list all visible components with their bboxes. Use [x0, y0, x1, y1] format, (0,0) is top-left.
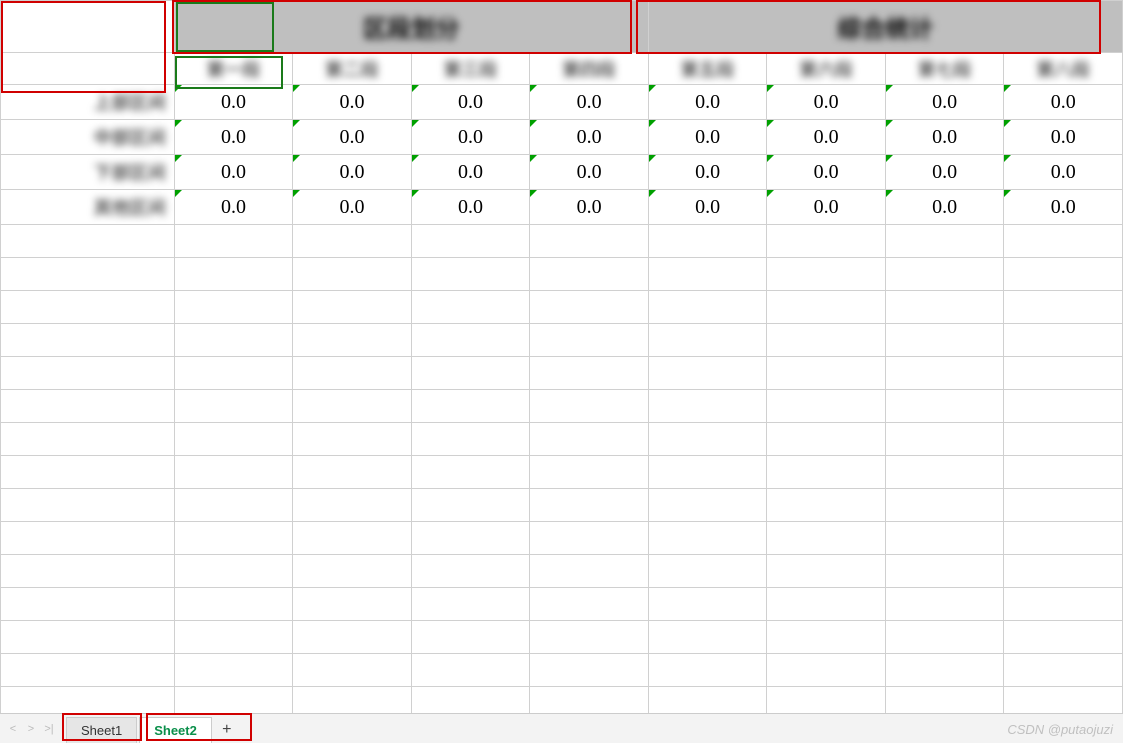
data-cell[interactable]: 0.0: [411, 190, 530, 225]
data-cell[interactable]: 0.0: [885, 190, 1004, 225]
data-cell[interactable]: 0.0: [885, 155, 1004, 190]
merged-header-row: 区段划分 综合统计: [1, 1, 1123, 53]
sheet-tab-bar: < > >| Sheet1 Sheet2 + CSDN @putaojuzi: [0, 713, 1123, 743]
data-cell[interactable]: 0.0: [767, 155, 886, 190]
empty-row: [1, 324, 1123, 357]
data-cell[interactable]: 0.0: [293, 190, 412, 225]
data-cell[interactable]: 0.0: [648, 190, 767, 225]
nav-prev-button[interactable]: >: [22, 718, 40, 740]
nav-last-button[interactable]: >|: [40, 718, 58, 740]
corner-cell[interactable]: [1, 1, 175, 53]
data-cell[interactable]: 0.0: [885, 85, 1004, 120]
table-row: 中部区间 0.0 0.0 0.0 0.0 0.0 0.0 0.0 0.0: [1, 120, 1123, 155]
data-cell[interactable]: 0.0: [1004, 155, 1123, 190]
empty-row: [1, 258, 1123, 291]
data-cell[interactable]: 0.0: [1004, 85, 1123, 120]
data-cell[interactable]: 0.0: [1004, 190, 1123, 225]
row-label[interactable]: 其他区间: [1, 190, 175, 225]
col-header[interactable]: 第四段: [530, 53, 649, 85]
spreadsheet-grid[interactable]: 区段划分 综合统计 第一段 第二段 第三段 第四段 第五段 第六段 第七段 第八…: [0, 0, 1123, 713]
merged-header-2-text: 综合统计: [837, 17, 933, 43]
data-cell[interactable]: 0.0: [174, 190, 293, 225]
col-header[interactable]: 第六段: [767, 53, 886, 85]
data-cell[interactable]: 0.0: [530, 85, 649, 120]
merged-header-1-text: 区段划分: [363, 17, 459, 43]
data-cell[interactable]: 0.0: [174, 85, 293, 120]
empty-row: [1, 291, 1123, 324]
data-cell[interactable]: 0.0: [648, 120, 767, 155]
row-label[interactable]: 中部区间: [1, 120, 175, 155]
col-header[interactable]: 第七段: [885, 53, 1004, 85]
data-cell[interactable]: 0.0: [293, 85, 412, 120]
data-cell[interactable]: 0.0: [530, 190, 649, 225]
data-cell[interactable]: 0.0: [530, 120, 649, 155]
data-cell[interactable]: 0.0: [530, 155, 649, 190]
data-cell[interactable]: 0.0: [411, 85, 530, 120]
data-cell[interactable]: 0.0: [174, 155, 293, 190]
nav-first-button[interactable]: <: [4, 718, 22, 740]
empty-row: [1, 555, 1123, 588]
empty-row: [1, 621, 1123, 654]
col-header[interactable]: 第二段: [293, 53, 412, 85]
data-cell[interactable]: 0.0: [648, 155, 767, 190]
row-label-header[interactable]: [1, 53, 175, 85]
sub-header-row: 第一段 第二段 第三段 第四段 第五段 第六段 第七段 第八段: [1, 53, 1123, 85]
data-cell[interactable]: 0.0: [174, 120, 293, 155]
merged-header-1[interactable]: 区段划分: [174, 1, 648, 53]
empty-row: [1, 357, 1123, 390]
col-header[interactable]: 第三段: [411, 53, 530, 85]
empty-row: [1, 456, 1123, 489]
add-sheet-button[interactable]: +: [214, 717, 240, 743]
table-row: 上部区间 0.0 0.0 0.0 0.0 0.0 0.0 0.0 0.0: [1, 85, 1123, 120]
data-cell[interactable]: 0.0: [767, 190, 886, 225]
empty-row: [1, 654, 1123, 687]
table-row: 其他区间 0.0 0.0 0.0 0.0 0.0 0.0 0.0 0.0: [1, 190, 1123, 225]
data-cell[interactable]: 0.0: [767, 85, 886, 120]
row-label[interactable]: 下部区间: [1, 155, 175, 190]
col-header[interactable]: 第八段: [1004, 53, 1123, 85]
watermark: CSDN @putaojuzi: [1007, 722, 1113, 737]
empty-row: [1, 489, 1123, 522]
data-table: 区段划分 综合统计 第一段 第二段 第三段 第四段 第五段 第六段 第七段 第八…: [0, 0, 1123, 713]
data-cell[interactable]: 0.0: [293, 155, 412, 190]
row-label[interactable]: 上部区间: [1, 85, 175, 120]
data-cell[interactable]: 0.0: [767, 120, 886, 155]
data-cell[interactable]: 0.0: [293, 120, 412, 155]
data-cell[interactable]: 0.0: [411, 155, 530, 190]
data-cell[interactable]: 0.0: [885, 120, 1004, 155]
merged-header-2[interactable]: 综合统计: [648, 1, 1122, 53]
data-cell[interactable]: 0.0: [648, 85, 767, 120]
data-cell[interactable]: 0.0: [411, 120, 530, 155]
col-header[interactable]: 第一段: [174, 53, 293, 85]
empty-row: [1, 687, 1123, 714]
sheet-tab-sheet2[interactable]: Sheet2: [139, 717, 212, 743]
table-row: 下部区间 0.0 0.0 0.0 0.0 0.0 0.0 0.0 0.0: [1, 155, 1123, 190]
empty-row: [1, 390, 1123, 423]
empty-row: [1, 522, 1123, 555]
data-cell[interactable]: 0.0: [1004, 120, 1123, 155]
empty-row: [1, 225, 1123, 258]
empty-row: [1, 423, 1123, 456]
empty-row: [1, 588, 1123, 621]
sheet-tab-sheet1[interactable]: Sheet1: [66, 717, 137, 743]
col-header[interactable]: 第五段: [648, 53, 767, 85]
